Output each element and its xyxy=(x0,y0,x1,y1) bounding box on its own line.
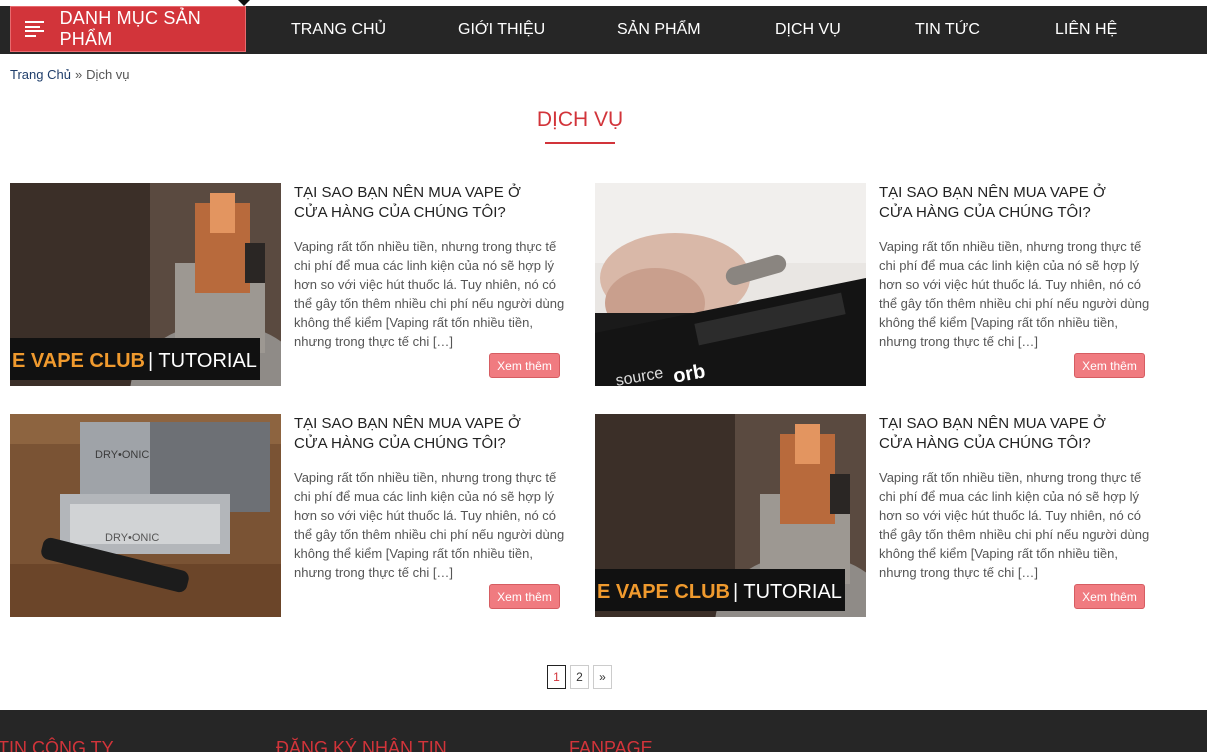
post-title[interactable]: TẠI SAO BẠN NÊN MUA VAPE Ở CỬA HÀNG CỦA … xyxy=(879,414,1139,454)
footer-heading-fanpage: FANPAGE xyxy=(569,738,653,752)
menu-icon xyxy=(25,21,44,37)
read-more-button[interactable]: Xem thêm xyxy=(489,353,560,378)
svg-text:E VAPE CLUB: E VAPE CLUB xyxy=(597,581,730,603)
nav-item-news[interactable]: TIN TỨC xyxy=(915,6,980,54)
product-category-label: DANH MỤC SẢN PHẨM xyxy=(59,8,202,49)
post-excerpt: Vaping rất tốn nhiều tiền, nhưng trong t… xyxy=(294,470,565,580)
post-card: source orb TẠI SAO BẠN NÊN MUA VAPE Ở CỬ… xyxy=(595,183,1160,388)
svg-text:| TUTORIAL: | TUTORIAL xyxy=(148,350,257,372)
nav-item-services[interactable]: DỊCH VỤ xyxy=(775,6,841,54)
post-thumbnail[interactable]: DRY•ONIC DRY•ONIC xyxy=(10,414,281,617)
product-category-button[interactable]: DANH MỤC SẢN PHẨM xyxy=(10,6,246,52)
post-excerpt: Vaping rất tốn nhiều tiền, nhưng trong t… xyxy=(294,239,565,349)
svg-text:DRY•ONIC: DRY•ONIC xyxy=(105,532,159,544)
main-navbar: DANH MỤC SẢN PHẨM TRANG CHỦ GIỚI THIỆU S… xyxy=(0,6,1207,54)
post-card: E VAPE CLUB | TUTORIAL TẠI SAO BẠN NÊN M… xyxy=(10,183,575,388)
breadcrumb: Trang Chủ» Dịch vụ xyxy=(10,67,130,82)
post-thumbnail[interactable]: E VAPE CLUB | TUTORIAL xyxy=(595,414,866,617)
page-title: DỊCH VỤ xyxy=(536,108,624,131)
post-title[interactable]: TẠI SAO BẠN NÊN MUA VAPE Ở CỬA HÀNG CỦA … xyxy=(294,183,554,223)
mouse-cursor-icon xyxy=(238,0,250,6)
nav-item-products[interactable]: SẢN PHẨM xyxy=(617,6,701,54)
read-more-button[interactable]: Xem thêm xyxy=(1074,353,1145,378)
breadcrumb-home-link[interactable]: Trang Chủ xyxy=(10,67,71,82)
next-page-button[interactable]: » xyxy=(593,665,612,689)
post-card: E VAPE CLUB | TUTORIAL TẠI SAO BẠN NÊN M… xyxy=(595,414,1160,619)
breadcrumb-separator: » xyxy=(74,67,83,82)
post-card: DRY•ONIC DRY•ONIC TẠI SAO BẠN NÊN MUA VA… xyxy=(10,414,575,619)
footer: TIN CÔNG TY ĐĂNG KÝ NHẬN TIN FANPAGE xyxy=(0,710,1207,752)
post-title[interactable]: TẠI SAO BẠN NÊN MUA VAPE Ở CỬA HÀNG CỦA … xyxy=(294,414,554,454)
footer-heading-company: TIN CÔNG TY xyxy=(0,738,114,752)
svg-text:orb: orb xyxy=(671,360,707,386)
page-2-button[interactable]: 2 xyxy=(570,665,589,689)
svg-text:DRY•ONIC: DRY•ONIC xyxy=(95,449,149,461)
read-more-button[interactable]: Xem thêm xyxy=(1074,584,1145,609)
post-title[interactable]: TẠI SAO BẠN NÊN MUA VAPE Ở CỬA HÀNG CỦA … xyxy=(879,183,1139,223)
page-1-button[interactable]: 1 xyxy=(547,665,566,689)
post-thumbnail[interactable]: source orb xyxy=(595,183,866,386)
nav-item-contact[interactable]: LIÊN HỆ xyxy=(1055,6,1117,54)
read-more-button[interactable]: Xem thêm xyxy=(489,584,560,609)
post-excerpt: Vaping rất tốn nhiều tiền, nhưng trong t… xyxy=(879,239,1150,349)
post-thumbnail[interactable]: E VAPE CLUB | TUTORIAL xyxy=(10,183,281,386)
footer-heading-newsletter: ĐĂNG KÝ NHẬN TIN xyxy=(276,738,447,752)
nav-item-home[interactable]: TRANG CHỦ xyxy=(291,6,386,54)
pagination: 1 2 » xyxy=(547,665,612,689)
nav-item-about[interactable]: GIỚI THIỆU xyxy=(458,6,545,54)
breadcrumb-current: Dịch vụ xyxy=(86,67,130,82)
svg-text:E VAPE CLUB: E VAPE CLUB xyxy=(12,350,145,372)
title-underline xyxy=(545,142,615,144)
svg-text:| TUTORIAL: | TUTORIAL xyxy=(733,581,842,603)
post-excerpt: Vaping rất tốn nhiều tiền, nhưng trong t… xyxy=(879,470,1150,580)
